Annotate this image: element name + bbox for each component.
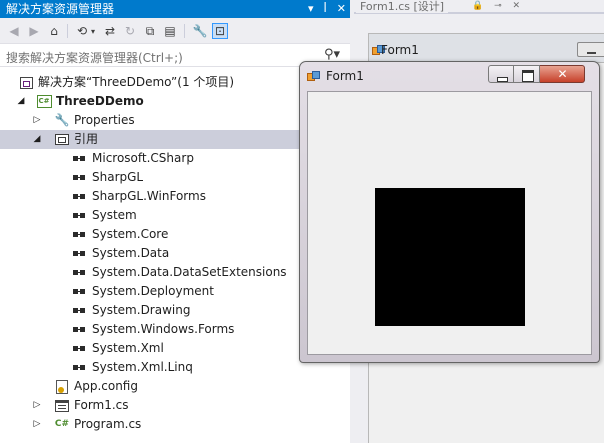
tree-item-solution[interactable]: 解决方案“ThreeDDemo”(1 个项目) bbox=[0, 73, 350, 92]
document-tab-strip: Form1.cs [设计] 🔒 ⊸ ✕ bbox=[354, 0, 604, 14]
reference-icon bbox=[72, 360, 88, 375]
panel-title-buttons: ▾ ꟾ ✕ bbox=[308, 1, 346, 17]
panel-toolbar: ◀ ▶ ⌂ ⟲ ▾ ⇄ ↻ ⧉ ▤ 🔧 ⊡ bbox=[0, 18, 350, 44]
reference-icon bbox=[72, 227, 88, 242]
back-icon[interactable]: ◀ bbox=[6, 23, 22, 39]
minimize-button[interactable] bbox=[488, 65, 514, 83]
tree-item-ref-4[interactable]: System bbox=[0, 206, 350, 225]
tree-item-program[interactable]: ▷ C# Program.cs bbox=[0, 415, 350, 434]
view-designer-icon[interactable]: ⊡ bbox=[212, 23, 228, 39]
panel-pin-icon[interactable]: ꟾ bbox=[324, 1, 327, 17]
window-client-area bbox=[307, 91, 592, 355]
tree-item-project[interactable]: ◢ C# ThreeDDemo bbox=[0, 92, 350, 111]
tree-item-label: 引用 bbox=[74, 132, 99, 146]
maximize-button[interactable] bbox=[514, 65, 540, 83]
tree-item-label: System.Xml.Linq bbox=[92, 360, 193, 374]
reference-icon bbox=[72, 170, 88, 185]
panel-title: 解决方案资源管理器 bbox=[6, 2, 115, 16]
tree-item-label: Program.cs bbox=[74, 417, 142, 431]
collapsed-arrow-icon[interactable]: ▷ bbox=[32, 111, 42, 130]
opengl-control[interactable] bbox=[375, 188, 525, 326]
window-caption-buttons bbox=[488, 65, 585, 83]
panel-title-bar: 解决方案资源管理器 ▾ ꟾ ✕ bbox=[0, 0, 350, 18]
refresh-icon[interactable]: ↻ bbox=[122, 23, 138, 39]
chevron-down-icon[interactable]: ▾ bbox=[88, 23, 98, 39]
tree-item-label: 解决方案“ThreeDDemo”(1 个项目) bbox=[38, 75, 235, 89]
tree-item-ref-10[interactable]: System.Windows.Forms bbox=[0, 320, 350, 339]
designer-minimize-button bbox=[577, 42, 604, 57]
reference-icon bbox=[72, 303, 88, 318]
reference-icon bbox=[72, 208, 88, 223]
search-icon[interactable]: ⚲▾ bbox=[324, 47, 340, 62]
tree-item-ref-7[interactable]: System.Data.DataSetExtensions bbox=[0, 263, 350, 282]
panel-dropdown-icon[interactable]: ▾ bbox=[308, 1, 314, 17]
references-folder-icon bbox=[54, 132, 70, 147]
config-file-icon bbox=[54, 379, 70, 394]
tree-item-ref-3[interactable]: SharpGL.WinForms bbox=[0, 187, 350, 206]
tree-item-ref-5[interactable]: System.Core bbox=[0, 225, 350, 244]
tree-item-label: System.Xml bbox=[92, 341, 164, 355]
window-title: Form1 bbox=[326, 69, 364, 83]
tree-item-ref-2[interactable]: SharpGL bbox=[0, 168, 350, 187]
toolbar-separator bbox=[184, 24, 185, 38]
solution-icon bbox=[18, 75, 34, 90]
forward-icon[interactable]: ▶ bbox=[26, 23, 42, 39]
tree-item-label: System bbox=[92, 208, 137, 222]
tree-item-ref-6[interactable]: System.Data bbox=[0, 244, 350, 263]
tree-item-ref-12[interactable]: System.Xml.Linq bbox=[0, 358, 350, 377]
tree-item-references[interactable]: ◢ 引用 bbox=[0, 130, 350, 149]
tree-item-label: System.Core bbox=[92, 227, 169, 241]
reference-icon bbox=[72, 151, 88, 166]
expanded-arrow-icon[interactable]: ◢ bbox=[32, 130, 42, 149]
sync-icon[interactable]: ⇄ bbox=[102, 23, 118, 39]
solution-explorer-panel: 解决方案资源管理器 ▾ ꟾ ✕ ◀ ▶ ⌂ ⟲ ▾ ⇄ ↻ ⧉ ▤ 🔧 ⊡ 搜索… bbox=[0, 0, 350, 443]
tree-item-label: System.Data bbox=[92, 246, 170, 260]
collapse-all-icon[interactable]: ⧉ bbox=[142, 23, 158, 39]
tree-item-app-config[interactable]: App.config bbox=[0, 377, 350, 396]
close-button[interactable] bbox=[540, 65, 585, 83]
tree-item-form1[interactable]: ▷ Form1.cs bbox=[0, 396, 350, 415]
tab-form1-design[interactable]: Form1.cs [设计] bbox=[356, 0, 449, 13]
search-placeholder: 搜索解决方案资源管理器(Ctrl+;) bbox=[6, 51, 183, 65]
tree-item-ref-8[interactable]: System.Deployment bbox=[0, 282, 350, 301]
reference-icon bbox=[72, 284, 88, 299]
tree-item-label: System.Deployment bbox=[92, 284, 214, 298]
tree-item-label: Form1.cs bbox=[74, 398, 129, 412]
tree-item-ref-11[interactable]: System.Xml bbox=[0, 339, 350, 358]
wrench-icon: 🔧 bbox=[54, 113, 70, 127]
search-box[interactable]: 搜索解决方案资源管理器(Ctrl+;) ⚲▾ bbox=[0, 45, 350, 67]
tab-action-icons[interactable]: 🔒 ⊸ ✕ bbox=[472, 0, 524, 13]
reference-icon bbox=[72, 322, 88, 337]
tree-item-ref-1[interactable]: Microsoft.CSharp bbox=[0, 149, 350, 168]
csharp-file-icon: C# bbox=[54, 419, 70, 429]
home-icon[interactable]: ⌂ bbox=[46, 23, 62, 39]
tree-item-label: ThreeDDemo bbox=[56, 94, 144, 108]
tree-item-label: Microsoft.CSharp bbox=[92, 151, 194, 165]
tree-item-label: App.config bbox=[74, 379, 138, 393]
tree-item-label: Properties bbox=[74, 113, 135, 127]
csharp-project-icon: C# bbox=[36, 94, 52, 109]
tree-item-label: SharpGL.WinForms bbox=[92, 189, 206, 203]
tree-item-label: System.Windows.Forms bbox=[92, 322, 235, 336]
show-all-files-icon[interactable]: ▤ bbox=[162, 23, 178, 39]
reference-icon bbox=[72, 246, 88, 261]
collapsed-arrow-icon[interactable]: ▷ bbox=[32, 415, 42, 434]
tree-item-properties[interactable]: ▷ 🔧 Properties bbox=[0, 111, 350, 130]
form-icon bbox=[307, 71, 320, 83]
form-file-icon bbox=[54, 398, 70, 413]
tree-item-label: System.Drawing bbox=[92, 303, 191, 317]
toolbar-separator bbox=[67, 24, 68, 38]
properties-icon[interactable]: 🔧 bbox=[192, 23, 208, 39]
tree-item-label: SharpGL bbox=[92, 170, 144, 184]
running-form1-window[interactable]: Form1 bbox=[299, 61, 600, 363]
tree-item-ref-9[interactable]: System.Drawing bbox=[0, 301, 350, 320]
reference-icon bbox=[72, 265, 88, 280]
panel-close-icon[interactable]: ✕ bbox=[337, 1, 346, 17]
expanded-arrow-icon[interactable]: ◢ bbox=[16, 92, 26, 111]
tree-item-label: System.Data.DataSetExtensions bbox=[92, 265, 287, 279]
collapsed-arrow-icon[interactable]: ▷ bbox=[32, 396, 42, 415]
reference-icon bbox=[72, 189, 88, 204]
designer-form-caption: Form1 bbox=[381, 43, 419, 57]
reference-icon bbox=[72, 341, 88, 356]
